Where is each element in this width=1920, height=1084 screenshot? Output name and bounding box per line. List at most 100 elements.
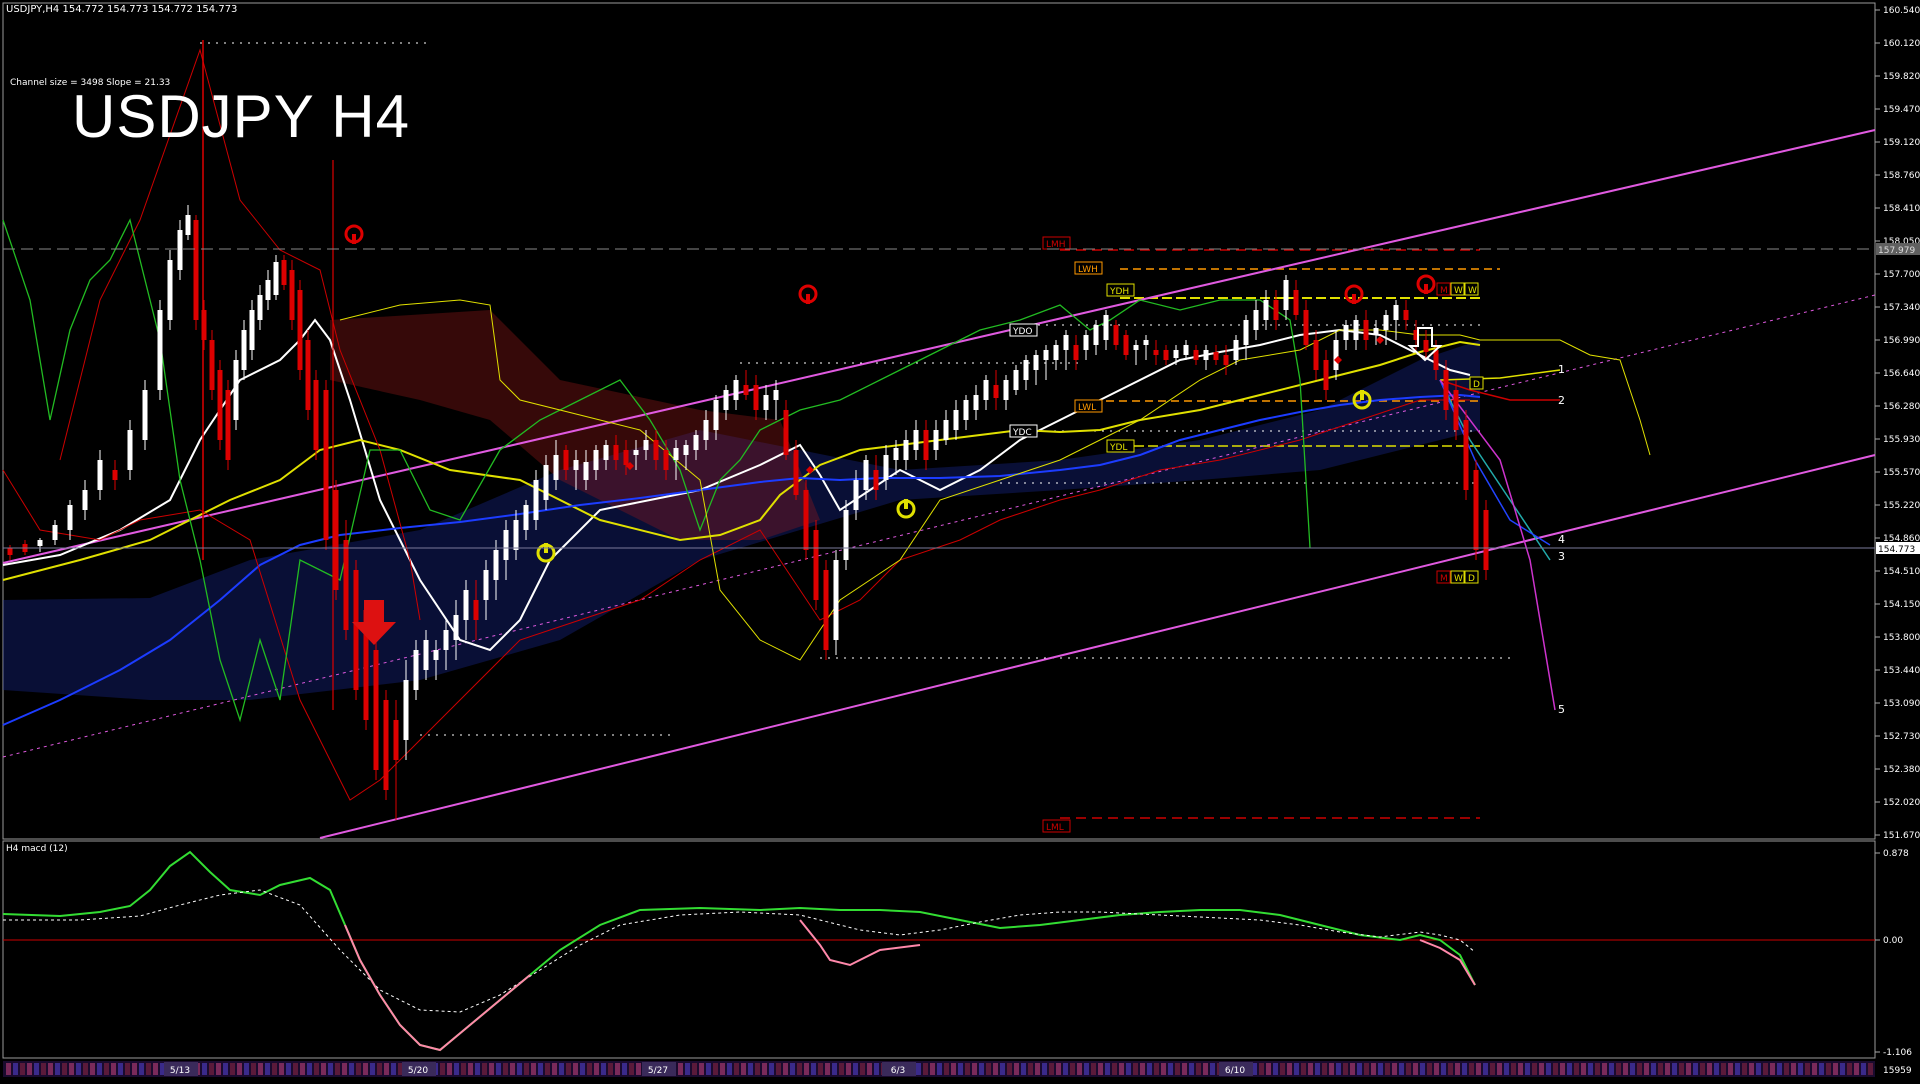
strip-tick [545,1063,550,1075]
strip-tick [1644,1063,1649,1075]
bear-candle [1113,325,1119,345]
strip-tick [363,1063,368,1075]
strip-tick [1028,1063,1033,1075]
bear-candle [393,720,399,760]
bull-candle [1333,340,1339,370]
strip-tick [965,1063,970,1075]
bull-candle [883,455,889,480]
strip-tick [1819,1063,1824,1075]
mwd-top-label-1: W [1454,286,1463,296]
strip-tick [244,1063,249,1075]
bear-candle [1193,350,1199,360]
bull-candle [127,430,133,470]
bull-candle [249,310,255,350]
strip-tick [1091,1063,1096,1075]
strip-tick [1679,1063,1684,1075]
price-label: 156.990 [1883,336,1920,346]
strip-tick [356,1063,361,1075]
strip-tick [1693,1063,1698,1075]
strip-tick [867,1063,872,1075]
strip-tick [1735,1063,1740,1075]
bull-candle [583,462,589,480]
strip-tick [846,1063,851,1075]
strip-tick [230,1063,235,1075]
strip-tick [538,1063,543,1075]
strip-tick [482,1063,487,1075]
strip-tick [1595,1063,1600,1075]
strip-tick [636,1063,641,1075]
strip-tick [307,1063,312,1075]
strip-tick [1707,1063,1712,1075]
d-label: D [1473,380,1480,390]
upper-channel-line [2,129,1876,564]
strip-tick [20,1063,25,1075]
bull-candle [763,395,769,410]
price-label: 160.120 [1883,39,1920,49]
strip-tick [755,1063,760,1075]
bear-candle [1403,310,1409,320]
bear-candle [923,430,929,460]
strip-tick [685,1063,690,1075]
strip-tick [972,1063,977,1075]
strip-tick [944,1063,949,1075]
bull-candle [1093,325,1099,345]
price-label: 153.090 [1883,699,1920,709]
strip-tick [720,1063,725,1075]
bear-candle [1483,510,1489,570]
bear-candle [1323,360,1329,390]
strip-tick [1616,1063,1621,1075]
strip-tick [279,1063,284,1075]
strip-tick [1742,1063,1747,1075]
chart-canvas[interactable]: 12345 LMHLMLLWHLWLYDHYDLYDOYDCM W WM W DD 16… [0,0,1920,1080]
mwd-bottom-label-1: W [1454,574,1463,584]
bear-candle [653,440,659,460]
strip-tick [1798,1063,1803,1075]
strip-tick [342,1063,347,1075]
strip-tick [1525,1063,1530,1075]
bear-candle [1433,350,1439,370]
strip-tick [1462,1063,1467,1075]
strip-tick [1168,1063,1173,1075]
strip-tick [489,1063,494,1075]
strip-tick [1665,1063,1670,1075]
chart-area[interactable]: 12345 LMH LML LWH LWL YDH YDL YDO YDC M W W M W D D 16… [0,0,1920,1080]
strip-tick [454,1063,459,1075]
reversal-marker-2-stem [806,294,810,304]
strip-tick [860,1063,865,1075]
strip-tick [153,1063,158,1075]
bull-candle [257,295,263,320]
strip-tick [559,1063,564,1075]
strip-tick [1413,1063,1418,1075]
ydc-label: YDC [1012,428,1032,438]
strip-tick [41,1063,46,1075]
price-label: 159.820 [1883,72,1920,82]
bear-candle [297,290,303,370]
strip-tick [916,1063,921,1075]
strip-tick [1084,1063,1089,1075]
bear-candle [353,570,359,690]
strip-tick [601,1063,606,1075]
bull-candle [893,448,899,460]
strip-tick [1385,1063,1390,1075]
bull-candle [853,480,859,510]
strip-tick [1539,1063,1544,1075]
mwd-top-label-2: W [1468,286,1477,296]
bull-candle [483,570,489,600]
bear-candle [1293,290,1299,315]
strip-tick [69,1063,74,1075]
strip-tick [286,1063,291,1075]
strip-tick [811,1063,816,1075]
strip-tick [370,1063,375,1075]
strip-tick [1455,1063,1460,1075]
strip-tick [1469,1063,1474,1075]
strip-tick [1378,1063,1383,1075]
bear-candle [1223,355,1229,365]
strip-tick [1322,1063,1327,1075]
strip-tick [552,1063,557,1075]
strip-tick [461,1063,466,1075]
bear-candle [1273,300,1279,320]
strip-tick [391,1063,396,1075]
strip-tick [524,1063,529,1075]
strip-tick [335,1063,340,1075]
bear-candle [209,340,215,390]
